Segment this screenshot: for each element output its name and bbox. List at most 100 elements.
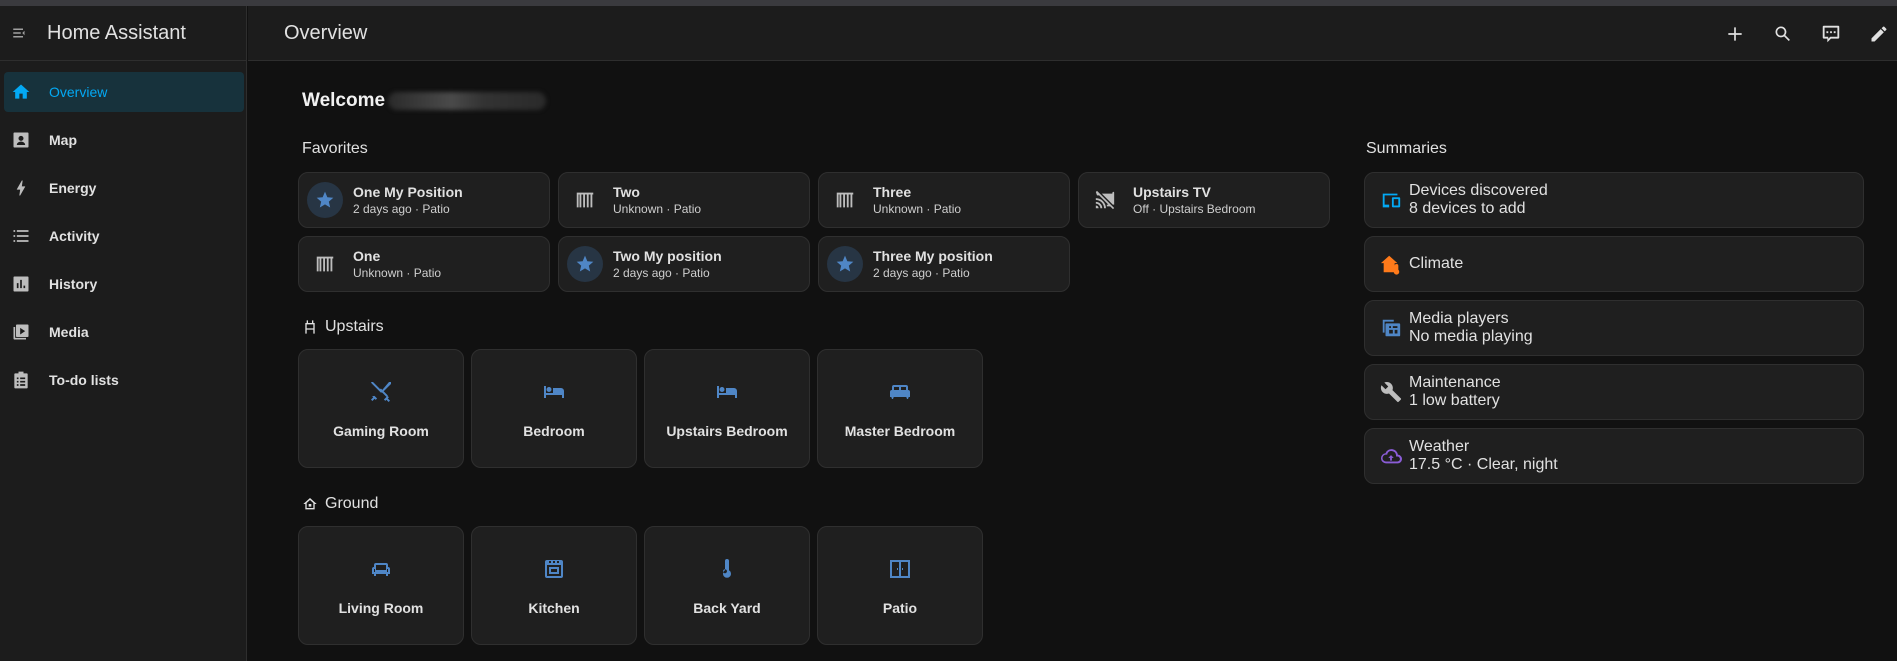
tile-state: Unknown · Patio (873, 202, 962, 216)
main-content: Welcome Favorites One My Position 2 days… (248, 62, 1897, 661)
cloud-icon (1373, 438, 1409, 474)
summary-media-players[interactable]: Media players No media playing (1364, 300, 1864, 356)
ground-title: Ground (302, 495, 378, 513)
bed-king-icon (818, 380, 982, 404)
area-name: Master Bedroom (844, 423, 956, 439)
area-card[interactable]: Master Bedroom (817, 349, 983, 468)
area-card[interactable]: Kitchen (471, 526, 637, 645)
tile-state: 2 days ago · Patio (613, 266, 710, 280)
summary-name: Media players (1409, 310, 1509, 327)
favorite-tile[interactable]: One My Position 2 days ago · Patio (298, 172, 550, 228)
map-person-icon (10, 129, 32, 151)
area-name: Back Yard (693, 600, 761, 616)
summary-name: Weather (1409, 438, 1470, 455)
upstairs-title-text: Upstairs (325, 318, 384, 335)
home-thermometer-icon (1373, 246, 1409, 282)
tile-name: One (353, 248, 381, 264)
cast-off-icon (1087, 182, 1123, 218)
sidebar-list: Overview Map Energy Activity History Med… (0, 61, 246, 400)
tile-state: 2 days ago · Patio (353, 202, 450, 216)
summary-state: 17.5 °C · Clear, night (1409, 456, 1558, 473)
upstairs-title: Upstairs (302, 318, 384, 336)
area-card[interactable]: Patio (817, 526, 983, 645)
devices-icon (1373, 182, 1409, 218)
sidebar-item-label: Energy (49, 180, 97, 196)
redacted-username (388, 92, 546, 110)
area-name: Bedroom (523, 423, 585, 439)
stove-icon (472, 557, 636, 581)
summary-name: Maintenance (1409, 374, 1501, 391)
list-icon (10, 225, 32, 247)
sidebar-item-map[interactable]: Map (4, 120, 244, 160)
summary-devices-discovered[interactable]: Devices discovered 8 devices to add (1364, 172, 1864, 228)
tile-name: Upstairs TV (1133, 184, 1211, 200)
favorite-tile[interactable]: Upstairs TV Off · Upstairs Bedroom (1078, 172, 1330, 228)
home-floor-icon (302, 496, 318, 512)
summaries-title-text: Summaries (1366, 140, 1447, 157)
search-icon[interactable] (1771, 22, 1795, 46)
tile-state: Off · Upstairs Bedroom (1133, 202, 1256, 216)
sidebar-item-energy[interactable]: Energy (4, 168, 244, 208)
favorite-tile[interactable]: One Unknown · Patio (298, 236, 550, 292)
welcome-heading: Welcome (302, 90, 386, 111)
summary-state: 8 devices to add (1409, 200, 1526, 217)
tile-name: Two (613, 184, 640, 200)
sidebar-header: Home Assistant (0, 6, 246, 61)
wrench-icon (1373, 374, 1409, 410)
area-card[interactable]: Living Room (298, 526, 464, 645)
assist-chat-icon[interactable] (1819, 22, 1843, 46)
stairs-up-icon (302, 319, 318, 335)
favorite-tile[interactable]: Two My position 2 days ago · Patio (558, 236, 810, 292)
favorite-tile[interactable]: Two Unknown · Patio (558, 172, 810, 228)
tile-state: 2 days ago · Patio (873, 266, 970, 280)
multimedia-icon (1373, 310, 1409, 346)
door-double-icon (818, 557, 982, 581)
app-title: Home Assistant (47, 21, 186, 44)
sidebar-item-label: History (49, 276, 98, 292)
summary-maintenance[interactable]: Maintenance 1 low battery (1364, 364, 1864, 420)
page-title: Overview (284, 21, 368, 44)
edit-pencil-icon[interactable] (1867, 22, 1891, 46)
favorites-title: Favorites (302, 140, 368, 158)
lightning-icon (10, 177, 32, 199)
sidebar-item-label: Activity (49, 228, 100, 244)
bed-icon (472, 380, 636, 404)
clipboard-list-icon (10, 369, 32, 391)
tile-state: Unknown · Patio (613, 202, 702, 216)
favorites-title-text: Favorites (302, 140, 368, 157)
area-card[interactable]: Bedroom (471, 349, 637, 468)
area-name: Patio (882, 600, 918, 616)
gate-icon (827, 182, 863, 218)
summary-name: Devices discovered (1409, 182, 1548, 199)
tile-state: Unknown · Patio (353, 266, 442, 280)
area-card[interactable]: Upstairs Bedroom (644, 349, 810, 468)
area-card[interactable]: Back Yard (644, 526, 810, 645)
gate-icon (567, 182, 603, 218)
thermometer-icon (645, 557, 809, 581)
sidebar-item-todo[interactable]: To-do lists (4, 360, 244, 400)
tile-name: Three My position (873, 248, 993, 264)
sidebar-item-media[interactable]: Media (4, 312, 244, 352)
home-icon (10, 81, 32, 103)
area-card[interactable]: Gaming Room (298, 349, 464, 468)
sofa-icon (299, 557, 463, 581)
sidebar: Home Assistant Overview Map Energy Activ… (0, 6, 247, 661)
area-name: Gaming Room (333, 423, 429, 439)
add-icon[interactable] (1723, 22, 1747, 46)
star-icon (567, 246, 603, 282)
sidebar-item-history[interactable]: History (4, 264, 244, 304)
sidebar-item-activity[interactable]: Activity (4, 216, 244, 256)
summary-climate[interactable]: Climate (1364, 236, 1864, 292)
sidebar-item-overview[interactable]: Overview (4, 72, 244, 112)
summary-state: 1 low battery (1409, 392, 1500, 409)
sidebar-item-label: To-do lists (49, 372, 119, 388)
sidebar-item-label: Media (49, 324, 89, 340)
sidebar-item-label: Overview (49, 84, 108, 100)
summary-weather[interactable]: Weather 17.5 °C · Clear, night (1364, 428, 1864, 484)
summaries-title: Summaries (1366, 140, 1447, 158)
sidebar-item-label: Map (49, 132, 77, 148)
favorite-tile[interactable]: Three My position 2 days ago · Patio (818, 236, 1070, 292)
menu-collapse-icon[interactable] (10, 23, 30, 43)
favorite-tile[interactable]: Three Unknown · Patio (818, 172, 1070, 228)
top-bar: Overview (248, 6, 1897, 61)
